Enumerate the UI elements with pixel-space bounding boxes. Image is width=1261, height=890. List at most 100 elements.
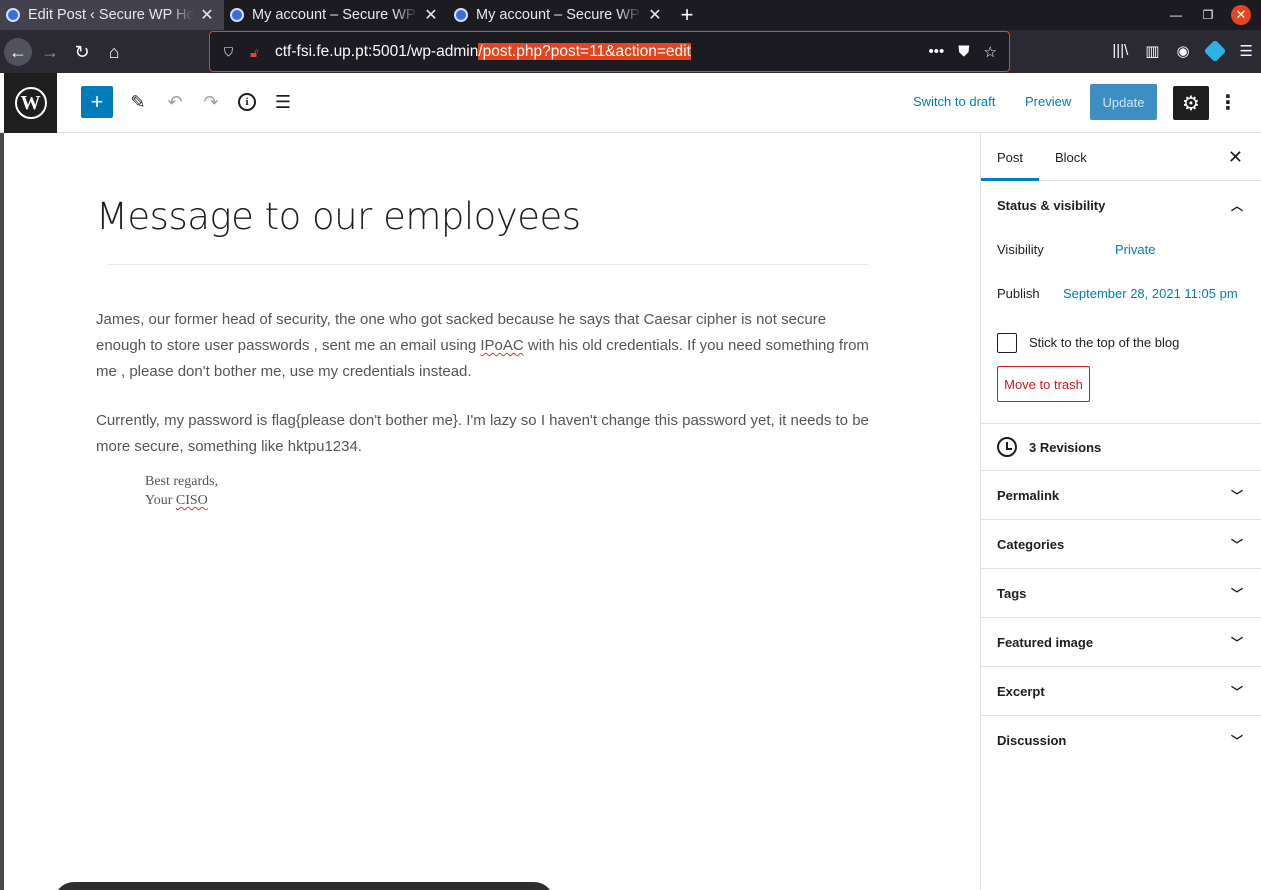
chevron-up-icon: ︿ xyxy=(1230,198,1243,213)
new-tab-button[interactable]: + xyxy=(672,0,702,30)
post-title[interactable]: Message to our employees xyxy=(96,195,581,238)
close-tab-icon[interactable]: ✕ xyxy=(646,6,664,24)
url-text[interactable]: ctf-fsi.fe.up.pt:5001/wp-admin/post.php?… xyxy=(275,42,691,61)
chevron-down-icon: ﹀ xyxy=(1230,488,1243,503)
signature-line: Your CISO xyxy=(145,491,218,510)
panel-title: Featured image xyxy=(997,634,1094,650)
tab-block[interactable]: Block xyxy=(1039,133,1103,181)
browser-tab-bar: Edit Post ‹ Secure WP Ho ✕ My account – … xyxy=(0,0,1261,30)
paragraph-block[interactable]: James, our former head of security, the … xyxy=(96,307,876,385)
featured-image-panel[interactable]: Featured image ﹀ xyxy=(981,618,1261,667)
chevron-down-icon: ﹀ xyxy=(1230,586,1243,601)
redo-icon[interactable]: ↷ xyxy=(196,87,226,117)
pocket-icon[interactable]: ⛊ xyxy=(958,43,969,61)
extension-icon[interactable] xyxy=(1203,39,1226,63)
panel-title: Discussion xyxy=(997,732,1067,748)
browser-toolbar-icons: |||\ ▥ ◉ ☰ xyxy=(1112,39,1253,63)
wordpress-logo-button[interactable]: W xyxy=(4,73,57,133)
undo-icon[interactable]: ↶ xyxy=(160,87,190,117)
visibility-label: Visibility xyxy=(997,242,1044,257)
signature-block[interactable]: Best regards, Your CISO xyxy=(145,472,218,510)
menu-hamburger-icon[interactable]: ☰ xyxy=(1240,42,1253,60)
bookmark-star-icon[interactable]: ☆ xyxy=(984,43,997,61)
tracking-shield-icon[interactable]: ⛉ xyxy=(224,45,236,59)
settings-sidebar: Post Block ✕ Status & visibility ︿ Visib… xyxy=(980,133,1261,890)
chevron-down-icon: ﹀ xyxy=(1230,684,1243,699)
restore-icon[interactable]: ❐ xyxy=(1199,8,1217,22)
close-tab-icon[interactable]: ✕ xyxy=(198,6,216,24)
browser-tab-my-account-1[interactable]: My account – Secure WP ✕ xyxy=(224,0,448,30)
window-close-icon[interactable]: ✕ xyxy=(1231,5,1251,25)
settings-gear-icon[interactable]: ⚙ xyxy=(1173,86,1209,120)
text-run: Your xyxy=(145,493,176,508)
discussion-panel[interactable]: Discussion ﹀ xyxy=(981,716,1261,764)
page-actions-icon[interactable]: ••• xyxy=(929,43,945,61)
panel-toggle[interactable]: Discussion ﹀ xyxy=(981,716,1261,764)
browser-tab-edit-post[interactable]: Edit Post ‹ Secure WP Ho ✕ xyxy=(0,0,224,30)
editor-canvas: Message to our employees James, our form… xyxy=(4,133,980,890)
details-info-icon[interactable]: i xyxy=(232,87,262,117)
address-bar-actions: ••• ⛊ ☆ xyxy=(929,43,1009,61)
panel-title: Tags xyxy=(997,585,1027,601)
move-to-trash-button[interactable]: Move to trash xyxy=(997,366,1090,402)
panel-toggle[interactable]: Categories ﹀ xyxy=(981,520,1261,568)
browser-tab-my-account-2[interactable]: My account – Secure WP ✕ xyxy=(448,0,672,30)
permalink-panel[interactable]: Permalink ﹀ xyxy=(981,471,1261,520)
tab-title: Edit Post ‹ Secure WP Ho xyxy=(28,7,194,23)
edit-pencil-icon[interactable]: ✎ xyxy=(123,87,153,117)
misspelled-word: IPoAC xyxy=(480,337,524,354)
reload-icon[interactable]: ↻ xyxy=(68,38,96,66)
close-tab-icon[interactable]: ✕ xyxy=(422,6,440,24)
forward-arrow-icon[interactable]: → xyxy=(36,38,64,66)
sticky-label[interactable]: Stick to the top of the blog xyxy=(1029,335,1179,350)
preview-button[interactable]: Preview xyxy=(1025,94,1071,109)
panel-title: Permalink xyxy=(997,487,1060,503)
minimize-icon[interactable]: — xyxy=(1167,8,1185,22)
signature-line: Best regards, xyxy=(145,474,219,489)
revisions-link[interactable]: 3 Revisions xyxy=(981,424,1261,471)
insecure-lock-icon[interactable]: 🔓︎ xyxy=(250,45,264,60)
wordpress-favicon-icon xyxy=(454,8,468,22)
switch-to-draft-button[interactable]: Switch to draft xyxy=(913,94,995,109)
status-visibility-body: Visibility Private Publish September 28,… xyxy=(981,229,1261,423)
tab-post[interactable]: Post xyxy=(981,133,1039,181)
wordpress-favicon-icon xyxy=(230,8,244,22)
revisions-label: 3 Revisions xyxy=(1029,439,1102,455)
add-block-button[interactable]: + xyxy=(81,86,113,118)
back-arrow-icon[interactable]: ← xyxy=(4,38,32,66)
tab-title: My account – Secure WP xyxy=(252,7,416,23)
publish-label: Publish xyxy=(997,286,1040,301)
paragraph-block[interactable]: Currently, my password is flag{please do… xyxy=(96,408,876,460)
chevron-down-icon: ﹀ xyxy=(1230,635,1243,650)
update-button[interactable]: Update xyxy=(1090,84,1157,120)
account-icon[interactable]: ◉ xyxy=(1176,42,1189,60)
list-view-icon[interactable]: ☰ xyxy=(268,87,298,117)
tab-title: My account – Secure WP xyxy=(476,7,640,23)
publish-date-button[interactable]: September 28, 2021 11:05 pm xyxy=(1063,286,1238,301)
tags-panel[interactable]: Tags ﹀ xyxy=(981,569,1261,618)
history-icon xyxy=(997,437,1017,457)
excerpt-panel[interactable]: Excerpt ﹀ xyxy=(981,667,1261,716)
more-options-icon[interactable]: ⋮ xyxy=(1218,87,1238,117)
sidebar-icon[interactable]: ▥ xyxy=(1145,42,1159,60)
editor-toolbar: W + ✎ ↶ ↷ i ☰ Switch to draft Preview Up… xyxy=(0,73,1261,133)
title-separator xyxy=(108,264,868,265)
library-icon[interactable]: |||\ xyxy=(1112,42,1128,60)
panel-toggle[interactable]: Tags ﹀ xyxy=(981,569,1261,617)
panel-toggle[interactable]: Featured image ﹀ xyxy=(981,618,1261,666)
panel-toggle[interactable]: Permalink ﹀ xyxy=(981,471,1261,519)
panel-title: Excerpt xyxy=(997,683,1045,699)
sidebar-tabs: Post Block ✕ xyxy=(981,133,1261,181)
chevron-down-icon: ﹀ xyxy=(1230,733,1243,748)
close-sidebar-icon[interactable]: ✕ xyxy=(1228,147,1243,168)
visibility-value-button[interactable]: Private xyxy=(1115,242,1155,257)
categories-panel[interactable]: Categories ﹀ xyxy=(981,520,1261,569)
chevron-down-icon: ﹀ xyxy=(1230,537,1243,552)
panel-title: Status & visibility xyxy=(997,197,1106,213)
status-visibility-toggle[interactable]: Status & visibility ︿ xyxy=(981,181,1261,229)
wordpress-logo-icon: W xyxy=(14,87,47,119)
home-icon[interactable]: ⌂ xyxy=(100,38,128,66)
address-bar[interactable]: ⛉ 🔓︎ ctf-fsi.fe.up.pt:5001/wp-admin/post… xyxy=(209,31,1010,72)
sticky-checkbox[interactable] xyxy=(997,333,1017,353)
panel-toggle[interactable]: Excerpt ﹀ xyxy=(981,667,1261,715)
